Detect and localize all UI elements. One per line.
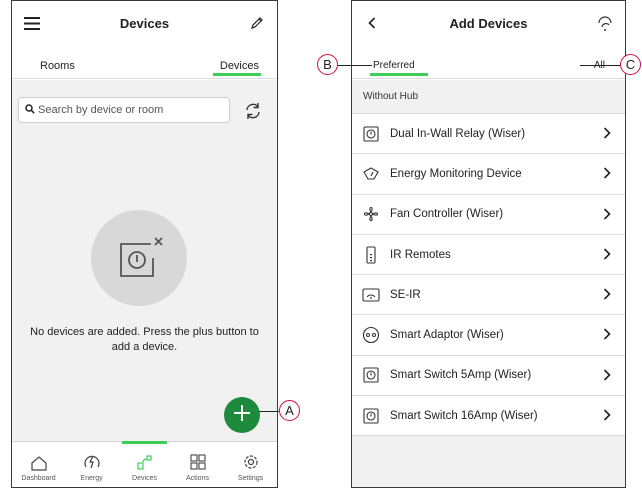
ir-blaster-icon (362, 286, 380, 304)
nav-actions[interactable]: Actions (171, 442, 224, 487)
callout-b: B (317, 54, 338, 75)
chevron-right-icon (603, 248, 611, 260)
callout-b-line (338, 65, 372, 66)
callout-c: C (620, 54, 641, 75)
chevron-right-icon (603, 288, 611, 300)
list-item[interactable]: SE-IR (352, 275, 625, 316)
remote-icon (362, 245, 380, 264)
list-item-label: Smart Switch 5Amp (Wiser) (390, 369, 532, 382)
header: Devices (12, 1, 277, 45)
device-list: Dual In-Wall Relay (Wiser) Energy Monito… (352, 114, 625, 437)
help-icon[interactable] (594, 13, 616, 33)
nav-active-indicator (122, 441, 167, 444)
nav-settings[interactable]: Settings (224, 442, 277, 487)
list-item[interactable]: Smart Switch 5Amp (Wiser) (352, 355, 625, 397)
callout-a: A (279, 400, 300, 421)
chevron-right-icon (603, 208, 611, 220)
empty-state-message: No devices are added. Press the plus but… (30, 326, 259, 353)
nav-label-devices: Devices (132, 475, 157, 482)
chevron-right-icon (603, 369, 611, 381)
refresh-icon[interactable] (243, 101, 263, 121)
nav-dashboard[interactable]: Dashboard (12, 442, 65, 487)
search-placeholder: Search by device or room (38, 104, 164, 116)
device-removed-icon (117, 236, 165, 287)
chevron-right-icon (603, 409, 611, 421)
nav-energy[interactable]: Energy (65, 442, 118, 487)
search-input[interactable]: Search by device or room (18, 97, 230, 123)
list-item-label: Smart Adaptor (Wiser) (390, 329, 504, 342)
list-item-label: SE-IR (390, 288, 421, 301)
list-item[interactable]: Energy Monitoring Device (352, 154, 625, 195)
switch-icon (362, 407, 380, 425)
empty-state-illustration (91, 210, 187, 306)
relay-icon (362, 125, 380, 143)
page-title: Add Devices (449, 15, 528, 31)
energy-icon (83, 455, 100, 469)
list-item[interactable]: Dual In-Wall Relay (Wiser) (352, 114, 625, 155)
nav-label-settings: Settings (237, 475, 264, 482)
add-device-button[interactable] (224, 397, 260, 433)
nav-label-actions: Actions (186, 475, 209, 482)
add-devices-screen: Add Devices Preferred All Without Hub Du… (351, 0, 626, 488)
tab-bar: Preferred All (352, 45, 625, 79)
active-tab-indicator (213, 73, 261, 76)
chevron-right-icon (603, 328, 611, 341)
list-item-label: Fan Controller (Wiser) (390, 208, 504, 221)
chevron-right-icon (603, 167, 611, 179)
gear-icon (243, 455, 258, 469)
active-tab-indicator (370, 73, 428, 76)
header: Add Devices (352, 1, 625, 45)
devices-screen: Devices Rooms Devices Search by device o… (11, 0, 278, 488)
nav-label-energy: Energy (80, 475, 103, 482)
list-item-label: Smart Switch 16Amp (Wiser) (390, 409, 538, 422)
plus-icon (233, 404, 251, 427)
actions-icon (189, 454, 206, 470)
bottom-nav: Dashboard Energy Devices Actions Setting… (12, 441, 277, 487)
nav-label-dashboard: Dashboard (21, 475, 56, 482)
list-item[interactable]: IR Remotes (352, 234, 625, 276)
home-icon (30, 456, 47, 471)
list-item[interactable]: Fan Controller (Wiser) (352, 194, 625, 235)
tab-bar: Rooms Devices (12, 45, 277, 79)
nav-devices[interactable]: Devices (118, 441, 171, 487)
devices-content: Search by device or room No devices are … (12, 80, 277, 441)
section-header-label: Without Hub (363, 91, 419, 102)
section-header: Without Hub (352, 80, 625, 114)
callout-c-line (580, 65, 621, 66)
list-item-label: Dual In-Wall Relay (Wiser) (390, 127, 526, 140)
tab-rooms[interactable]: Rooms (40, 60, 75, 72)
back-chevron-icon[interactable] (361, 13, 383, 33)
search-icon (25, 101, 35, 119)
tab-devices[interactable]: Devices (220, 60, 259, 72)
page-title: Devices (119, 15, 170, 31)
list-item-label: Energy Monitoring Device (390, 167, 522, 180)
devices-icon (136, 455, 152, 470)
pencil-icon[interactable] (246, 13, 268, 33)
hamburger-menu-icon[interactable] (21, 13, 43, 33)
energy-meter-icon (362, 165, 380, 183)
list-item[interactable]: Smart Adaptor (Wiser) (352, 315, 625, 356)
list-item[interactable]: Smart Switch 16Amp (Wiser) (352, 396, 625, 437)
chevron-right-icon (603, 127, 611, 139)
tab-preferred[interactable]: Preferred (373, 60, 415, 71)
callout-a-line (259, 411, 279, 412)
adaptor-icon (362, 326, 380, 344)
list-item-label: IR Remotes (390, 248, 451, 261)
switch-icon (362, 366, 380, 384)
fan-icon (362, 205, 380, 223)
list-footer-area (352, 436, 625, 487)
